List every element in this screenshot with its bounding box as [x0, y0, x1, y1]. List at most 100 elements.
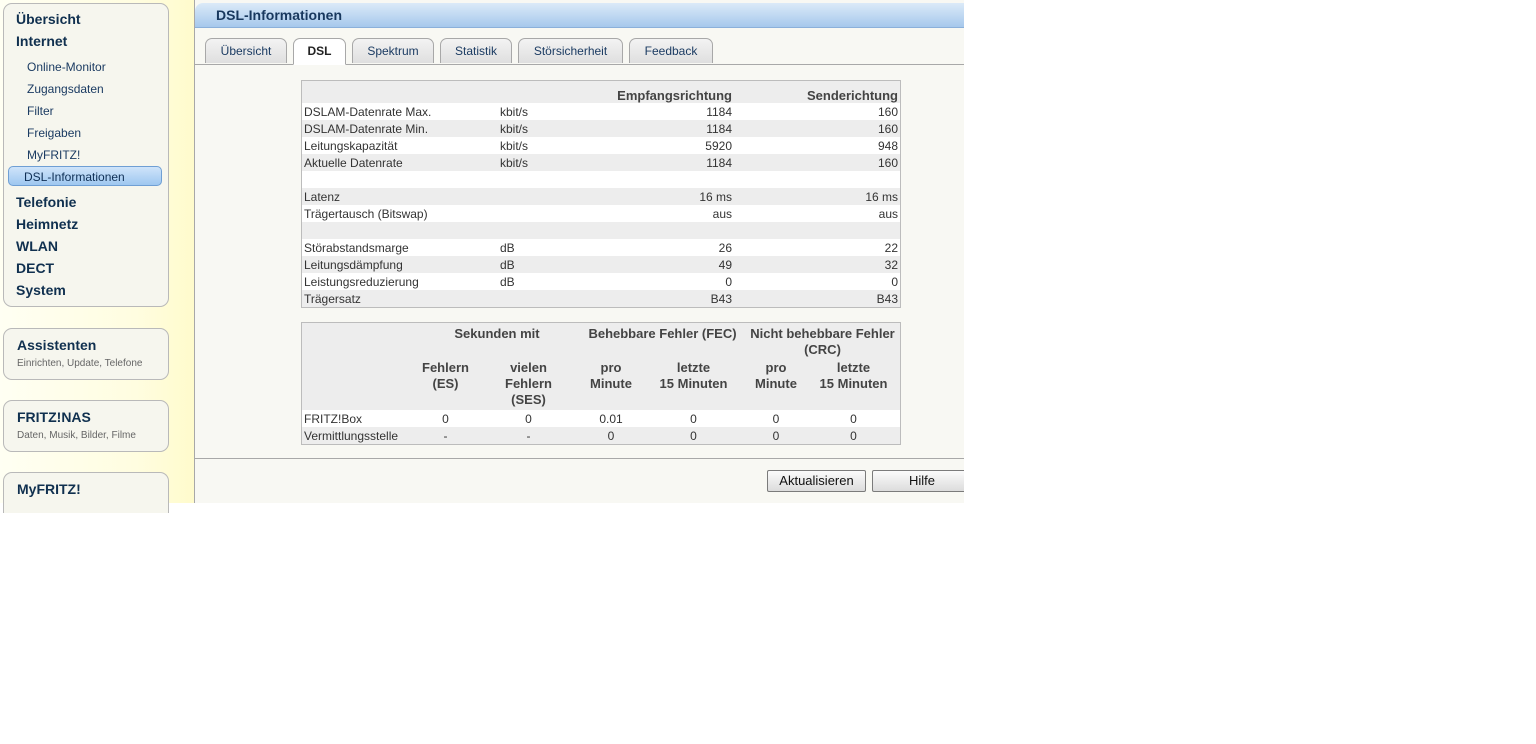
tab-dsl[interactable]: DSL — [293, 38, 346, 65]
nav-sub-zugangsdaten[interactable]: Zugangsdaten — [27, 82, 104, 96]
nav-sub-online-monitor[interactable]: Online-Monitor — [27, 60, 106, 74]
header-crc-line2: (CRC) — [804, 342, 841, 357]
cell-name: Latenz — [304, 189, 341, 204]
cell-unit — [498, 171, 578, 188]
nav-system[interactable]: System — [16, 282, 66, 298]
page-title: DSL-Informationen — [216, 7, 342, 23]
cell-up: 948 — [877, 138, 898, 153]
cell-crc-min: 0 — [772, 428, 780, 443]
cell-up: 16 ms — [865, 189, 898, 204]
header-crc-line1: Nicht behebbare Fehler — [750, 326, 895, 341]
header-crc-min-line1: pro — [765, 360, 787, 375]
cell-fec-min: 0 — [607, 428, 615, 443]
nav-internet[interactable]: Internet — [16, 33, 67, 49]
cell-up: B43 — [876, 291, 898, 306]
table-row: Trägertausch (Bitswap) aus aus — [302, 205, 900, 222]
cell-crc-15: 0 — [850, 411, 857, 426]
table-row: Leistungsreduzierung dB 0 0 — [302, 273, 900, 290]
cell-ses: - — [526, 428, 531, 443]
header-crc-min-line2: Minute — [755, 376, 797, 391]
cell-up: 22 — [884, 240, 898, 255]
cell-name: Trägertausch (Bitswap) — [304, 206, 428, 221]
nav-sub-filter[interactable]: Filter — [27, 104, 54, 118]
main-navigation: Übersicht Internet Online-Monitor Zugang… — [3, 3, 169, 307]
cell-down: 49 — [718, 257, 732, 272]
help-button[interactable]: Hilfe — [872, 470, 964, 492]
header-fec-15-line1: letzte — [676, 360, 711, 375]
header-es-line1: Fehlern — [422, 360, 469, 375]
cell-ses: 0 — [525, 411, 532, 426]
table-row: Aktuelle Datenrate kbit/s 1184 160 — [302, 154, 900, 171]
fritznas-box[interactable]: FRITZ!NAS Daten, Musik, Bilder, Filme — [3, 400, 169, 452]
nav-wlan[interactable]: WLAN — [16, 238, 58, 254]
cell-down: 5920 — [705, 138, 732, 153]
header-senderichtung: Senderichtung — [806, 88, 898, 103]
header-fec: Behebbare Fehler (FEC) — [588, 326, 737, 341]
cell-down: 1184 — [706, 155, 732, 170]
table-row: DSLAM-Datenrate Max. kbit/s 1184 160 — [302, 103, 900, 120]
table-row: DSLAM-Datenrate Min. kbit/s 1184 160 — [302, 120, 900, 137]
cell-down: aus — [712, 206, 732, 221]
table-row: Leitungskapazität kbit/s 5920 948 — [302, 137, 900, 154]
cell-name: Leitungskapazität — [304, 138, 398, 153]
cell-crc-min: 0 — [772, 411, 780, 426]
cell-es: 0 — [442, 411, 449, 426]
cell-up: 32 — [884, 257, 898, 272]
nav-uebersicht[interactable]: Übersicht — [16, 11, 81, 27]
cell-name: DSLAM-Datenrate Max. — [304, 104, 432, 119]
tab-stoersicherheit[interactable]: Störsicherheit — [518, 38, 623, 63]
fritznas-title: FRITZ!NAS — [17, 409, 91, 425]
table-row: Störabstandsmarge dB 26 22 — [302, 239, 900, 256]
nav-telefonie[interactable]: Telefonie — [16, 194, 76, 210]
cell-crc-15: 0 — [850, 428, 857, 443]
cell-up: 160 — [877, 104, 898, 119]
tab-statistik[interactable]: Statistik — [440, 38, 512, 63]
header-fec-min-line2: Minute — [590, 376, 632, 391]
cell-down: 16 ms — [699, 189, 732, 204]
refresh-button[interactable]: Aktualisieren — [767, 470, 866, 492]
cell-name: DSLAM-Datenrate Min. — [304, 121, 429, 136]
cell-down: 0 — [725, 274, 732, 289]
cell-name — [302, 222, 498, 239]
nav-sub-dsl-informationen[interactable]: DSL-Informationen — [8, 166, 162, 186]
cell-up: aus — [878, 206, 898, 221]
tab-spektrum[interactable]: Spektrum — [352, 38, 434, 63]
cell-unit: kbit/s — [500, 155, 529, 170]
cell-down: 26 — [718, 240, 732, 255]
header-es: Fehlern (ES) — [414, 358, 477, 410]
table-row — [302, 222, 900, 239]
header-sekunden-mit: Sekunden mit — [454, 326, 540, 341]
nav-sub-myfritz[interactable]: MyFRITZ! — [27, 148, 80, 162]
header-crc-15-line2: 15 Minuten — [819, 376, 888, 391]
cell-down — [578, 222, 734, 239]
table-row: Leitungsdämpfung dB 49 32 — [302, 256, 900, 273]
myfritz-box[interactable]: MyFRITZ! — [3, 472, 169, 513]
cell-unit: dB — [500, 257, 515, 272]
cell-down: 1184 — [706, 121, 732, 136]
nav-dect[interactable]: DECT — [16, 260, 54, 276]
footer-divider — [195, 458, 964, 459]
table-row: FRITZ!Box 0 0 0.01 0 0 0 — [302, 410, 900, 427]
header-fec-15-line2: 15 Minuten — [659, 376, 728, 391]
nav-heimnetz[interactable]: Heimnetz — [16, 216, 78, 232]
table-row: Trägersatz B43 B43 — [302, 290, 900, 307]
header-crc-15-line1: letzte — [836, 360, 871, 375]
cell-es: - — [443, 428, 448, 443]
header-fec-pro-minute: pro Minute — [580, 358, 642, 410]
cell-unit: kbit/s — [500, 104, 529, 119]
cell-fec-15: 0 — [690, 411, 697, 426]
nav-sub-freigaben[interactable]: Freigaben — [27, 126, 81, 140]
tab-uebersicht[interactable]: Übersicht — [205, 38, 287, 63]
cell-name: Vermittlungsstelle — [304, 428, 399, 443]
cell-down: 1184 — [706, 104, 732, 119]
cell-name: Trägersatz — [304, 291, 361, 306]
tab-feedback[interactable]: Feedback — [629, 38, 713, 63]
assistenten-box[interactable]: Assistenten Einrichten, Update, Telefone — [3, 328, 169, 380]
header-fec-min-line1: pro — [600, 360, 622, 375]
table-row: Vermittlungsstelle - - 0 0 0 0 — [302, 427, 900, 444]
cell-up: 0 — [891, 274, 898, 289]
cell-unit — [498, 188, 578, 205]
myfritz-title: MyFRITZ! — [17, 481, 81, 497]
cell-name: Aktuelle Datenrate — [304, 155, 403, 170]
cell-up — [734, 222, 900, 239]
